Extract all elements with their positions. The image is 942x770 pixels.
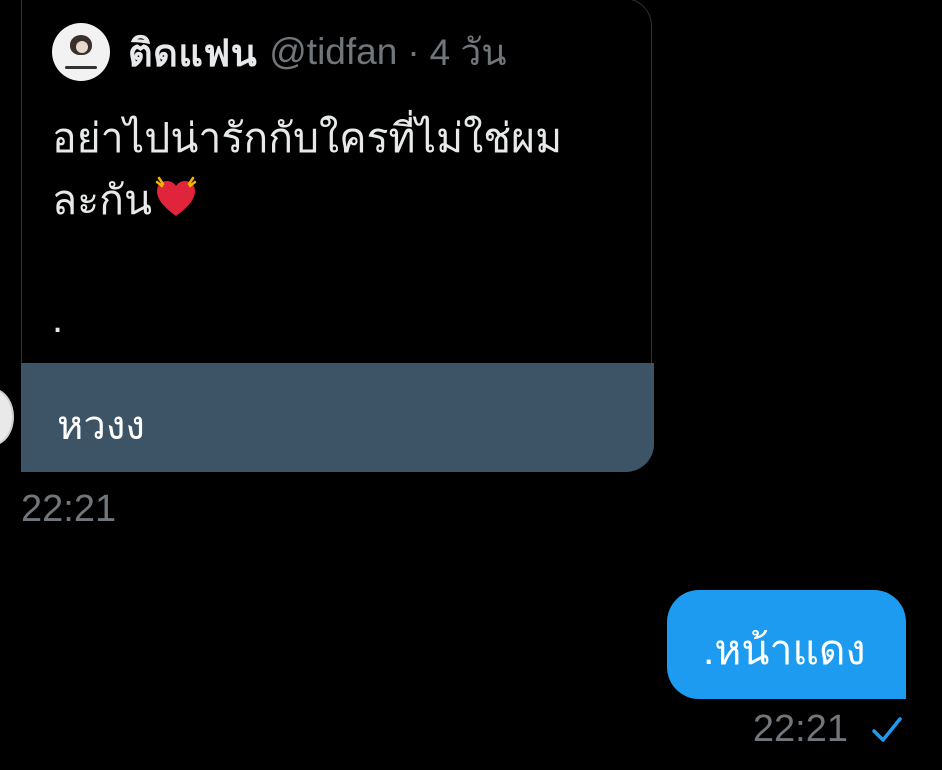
- sent-check-icon: [872, 716, 902, 742]
- tweet-meta-separator: ·: [407, 31, 420, 72]
- tweet-trailing-dot: .: [52, 297, 64, 341]
- tweet-age: 4 วัน: [429, 31, 507, 73]
- quoted-tweet-card[interactable]: ติดแฟน @tidfan · 4 วัน อย่าไปน่ารักกับใค…: [21, 0, 652, 363]
- tweet-author-avatar[interactable]: [52, 23, 110, 81]
- tweet-header: ติดแฟน @tidfan · 4 วัน: [52, 23, 507, 81]
- avatar-face: [76, 41, 88, 53]
- tweet-author-handle: @tidfan: [269, 31, 398, 72]
- sent-message-text: .หน้าแดง: [703, 627, 866, 673]
- avatar-caption-mark: [65, 66, 97, 69]
- tweet-text: อย่าไปน่ารักกับใครที่ไม่ใช่ผม ละกัน: [52, 107, 632, 231]
- heart-with-sparkles-icon: [155, 176, 197, 216]
- received-message-bubble[interactable]: หวงง: [21, 363, 654, 472]
- sender-avatar[interactable]: [0, 388, 14, 446]
- sent-message-meta: 22:21: [753, 708, 904, 751]
- tweet-text-line-1: อย่าไปน่ารักกับใครที่ไม่ใช่ผม: [52, 115, 563, 161]
- received-message-group: ติดแฟน @tidfan · 4 วัน อย่าไปน่ารักกับใค…: [21, 0, 654, 472]
- sent-message-bubble[interactable]: .หน้าแดง: [667, 590, 906, 699]
- sent-message-time: 22:21: [752, 708, 848, 750]
- dm-conversation: ติดแฟน @tidfan · 4 วัน อย่าไปน่ารักกับใค…: [0, 0, 942, 770]
- received-message-text: หวงง: [57, 404, 145, 448]
- received-message-time: 22:21: [21, 488, 117, 530]
- tweet-author-name[interactable]: ติดแฟน: [128, 22, 257, 83]
- tweet-text-line-2-text: ละกัน: [52, 177, 152, 223]
- tweet-text-line-2: ละกัน: [52, 169, 632, 231]
